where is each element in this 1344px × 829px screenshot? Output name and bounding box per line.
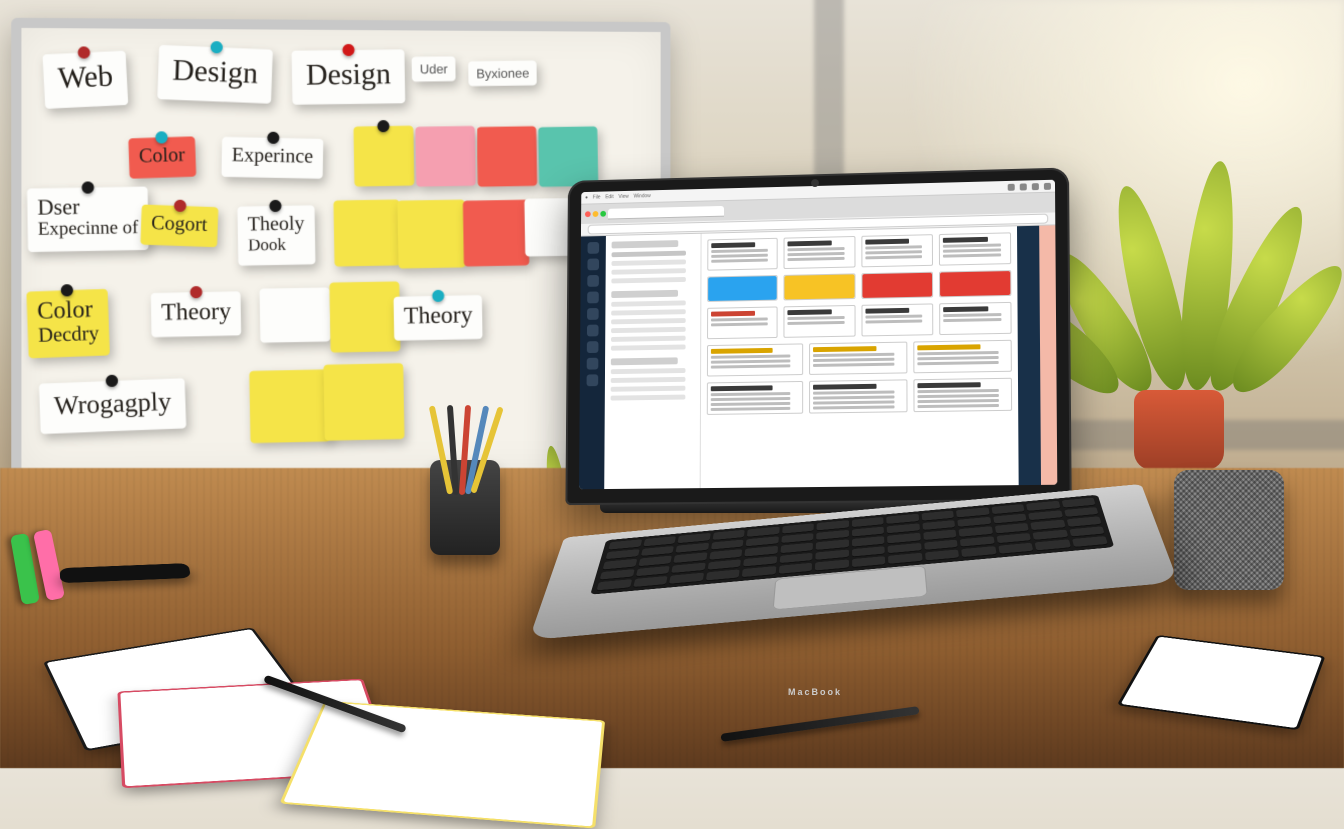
sticky-note: Design	[292, 49, 406, 104]
mesh-cup	[1174, 470, 1284, 590]
sticky-note	[249, 369, 330, 443]
browser-tab	[608, 205, 724, 219]
sticky-note	[415, 126, 476, 187]
sticky-note	[259, 287, 330, 342]
sticky-note: Uder	[412, 56, 456, 81]
sticky-note	[329, 281, 400, 352]
laptop-brand: MacBook	[788, 687, 842, 697]
notepad	[279, 701, 605, 829]
sticky-note: Color	[128, 136, 196, 178]
sticky-note: TheolyDook	[237, 205, 315, 265]
app-rightstrip-accent	[1039, 225, 1057, 485]
sticky-note: ColorDecdry	[26, 289, 109, 359]
sticky-note: Web	[42, 51, 128, 109]
color-swatch	[940, 271, 1011, 296]
color-swatch	[708, 276, 777, 301]
sticky-note	[477, 126, 537, 187]
traffic-light-close	[585, 211, 591, 217]
sticky-note	[333, 200, 400, 267]
traffic-light-max	[600, 211, 606, 217]
sticky-note	[323, 363, 404, 441]
app-leftnav	[579, 236, 606, 489]
traffic-light-min	[593, 211, 599, 217]
sticky-note: Cogort	[140, 204, 218, 247]
sticky-note	[463, 200, 529, 267]
app-sidebar	[604, 234, 701, 489]
sticky-note: Theory	[151, 291, 242, 337]
sticky-note: Design	[157, 45, 273, 104]
sticky-note: Experince	[221, 137, 323, 179]
app-mainpane	[701, 226, 1019, 488]
sticky-note	[353, 126, 414, 187]
app-rightstrip	[1017, 226, 1041, 485]
sticky-note: Byxionee	[468, 60, 537, 86]
sticky-note: DserExpecinne of	[27, 187, 149, 252]
laptop-screen: ●FileEditViewWindow	[579, 180, 1057, 490]
color-swatch	[862, 273, 932, 298]
sticky-note: Wrogagply	[39, 378, 186, 434]
sticky-note: Theory	[393, 295, 482, 341]
sticky-note	[397, 200, 466, 269]
laptop: ●FileEditViewWindow	[560, 170, 1070, 701]
pencil-cup	[430, 460, 500, 555]
color-swatch	[785, 274, 854, 299]
